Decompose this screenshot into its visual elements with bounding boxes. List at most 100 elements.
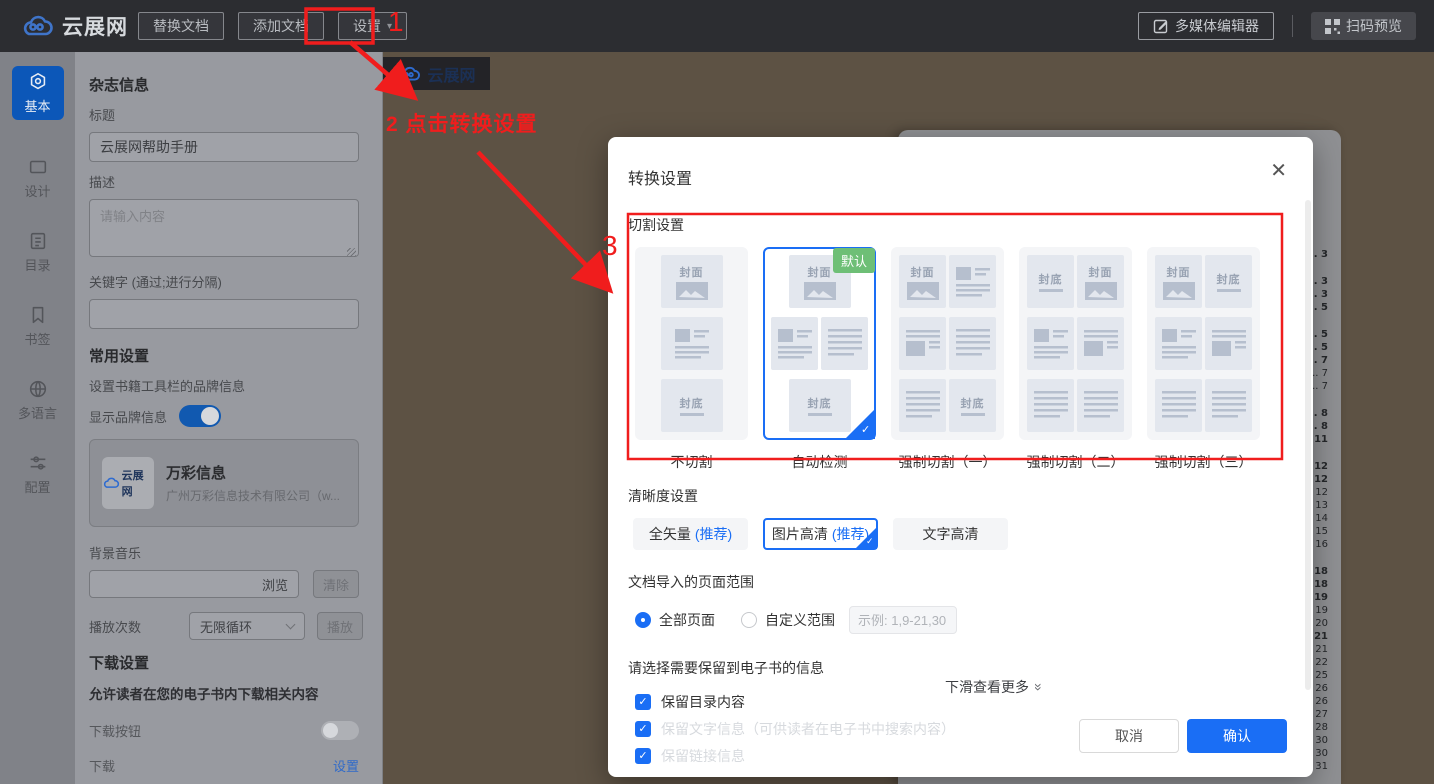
clarity-option-全矢量[interactable]: 全矢量(推荐) xyxy=(633,518,748,550)
keep-option-label: 保留链接信息 xyxy=(661,746,745,766)
clear-button[interactable]: 清除 xyxy=(313,570,359,598)
header-divider xyxy=(1292,15,1293,37)
sidebar-item-sliders[interactable]: 配置 xyxy=(10,452,66,496)
toggle-knob xyxy=(201,407,219,425)
sidebar: 基本设计目录书签多语言配置 xyxy=(0,52,75,784)
app-logo-text: 云展网 xyxy=(62,11,128,41)
mini-page-article xyxy=(661,317,723,370)
brand-card[interactable]: 云展网 万彩信息 广州万彩信息技术有限公司（w... xyxy=(89,439,359,527)
keywords-label: 关键字 (通过;进行分隔) xyxy=(89,272,368,291)
checkbox-checked-icon[interactable]: ✓ xyxy=(635,694,651,710)
top-header: 云展网 替换文档 添加文档 设置▾ 多媒体编辑器 扫码预览 xyxy=(0,0,1434,52)
common-settings-title: 常用设置 xyxy=(89,345,368,366)
mini-page-cover: 封面 xyxy=(661,255,723,308)
mini-page-linesblock xyxy=(899,317,946,370)
bgm-file-input[interactable]: 浏览 xyxy=(89,570,299,598)
title-input[interactable] xyxy=(89,132,359,162)
app-logo: 云展网 xyxy=(20,11,138,41)
custom-range-input[interactable] xyxy=(849,606,957,634)
clarity-option-文字高清[interactable]: 文字高清 xyxy=(893,518,1008,550)
cut-option-强制切割（一）[interactable]: 封面封底强制切割（一） xyxy=(891,247,1004,472)
hex-gear-icon xyxy=(27,71,49,93)
toggle-knob xyxy=(323,723,338,738)
chevron-down-icon xyxy=(286,619,296,629)
replace-doc-button[interactable]: 替换文档 xyxy=(138,12,224,40)
sidebar-item-bookmark[interactable]: 书签 xyxy=(10,304,66,348)
play-count-label: 播放次数 xyxy=(89,617,177,636)
selected-check-icon: ✓ xyxy=(855,527,877,549)
checkbox-checked-icon[interactable]: ✓ xyxy=(635,748,651,764)
cut-option-强制切割（二）[interactable]: 封底封面强制切割（二） xyxy=(1019,247,1132,472)
sliders-icon xyxy=(27,452,49,474)
mini-page-back: 封底 xyxy=(661,379,723,432)
confirm-button[interactable]: 确认 xyxy=(1187,719,1287,753)
default-badge: 默认 xyxy=(833,248,875,273)
mini-page-back: 封底 xyxy=(789,379,851,432)
clarity-option-图片高清[interactable]: 图片高清(推荐)✓ xyxy=(763,518,878,550)
desc-label: 描述 xyxy=(89,172,368,191)
dialog-title: 转换设置 xyxy=(628,165,1287,189)
sidebar-item-label: 设计 xyxy=(24,181,50,200)
keep-option-label: 保留目录内容 xyxy=(661,692,745,712)
download-button-label: 下载按钮 xyxy=(89,721,141,740)
cut-option-label: 强制切割（一） xyxy=(891,452,1004,472)
cut-option-preview: 封面封底 xyxy=(1147,247,1260,440)
download-settings-link[interactable]: 设置 xyxy=(333,756,359,775)
dialog-scrollbar[interactable] xyxy=(1305,200,1311,690)
cutting-options: 封面封底不切割封面封底默认✓自动检测封面封底强制切割（一）封底封面强制切割（二）… xyxy=(628,247,1287,472)
cancel-button[interactable]: 取消 xyxy=(1079,719,1179,753)
play-button[interactable]: 播放 xyxy=(317,612,363,640)
settings-button[interactable]: 设置▾ xyxy=(338,12,407,40)
mini-page-lines xyxy=(949,317,996,370)
cut-option-preview: 封面封底默认✓ xyxy=(763,247,876,440)
keywords-input[interactable] xyxy=(89,299,359,329)
settings-panel: 杂志信息 标题 描述 关键字 (通过;进行分隔) 常用设置 设置书籍工具栏的品牌… xyxy=(75,52,383,784)
desc-textarea[interactable] xyxy=(89,199,359,257)
cut-option-自动检测[interactable]: 封面封底默认✓自动检测 xyxy=(763,247,876,472)
download-button-toggle[interactable] xyxy=(321,721,359,740)
scroll-more-hint[interactable]: 下滑查看更多 » xyxy=(945,677,1043,697)
add-doc-button[interactable]: 添加文档 xyxy=(238,12,324,40)
mini-page-article xyxy=(949,255,996,308)
sidebar-item-hex-gear[interactable]: 基本 xyxy=(12,66,64,120)
sidebar-item-label: 目录 xyxy=(24,255,50,274)
play-count-select[interactable]: 无限循环 xyxy=(189,612,305,640)
cut-option-preview: 封面封底 xyxy=(891,247,1004,440)
download-hint: 允许读者在您的电子书内下载相关内容 xyxy=(89,683,368,703)
sidebar-item-catalog[interactable]: 目录 xyxy=(10,230,66,274)
keep-option-label: 保留文字信息（可供读者在电子书中搜索内容） xyxy=(661,719,955,739)
sidebar-item-globe[interactable]: 多语言 xyxy=(10,378,66,422)
mini-page-lines xyxy=(821,317,868,370)
cut-option-label: 强制切割（三） xyxy=(1147,452,1260,472)
radio-icon xyxy=(741,612,757,628)
monitor-icon xyxy=(27,156,49,178)
qr-preview-button[interactable]: 扫码预览 xyxy=(1311,12,1416,40)
show-brand-toggle[interactable] xyxy=(179,405,221,427)
app: 云展网 替换文档 添加文档 设置▾ 多媒体编辑器 扫码预览 基本 xyxy=(0,0,1434,784)
edit-icon xyxy=(1153,18,1169,34)
brand-logo: 云展网 xyxy=(102,457,154,509)
show-brand-label: 显示品牌信息 xyxy=(89,407,167,426)
qr-code-icon xyxy=(1325,19,1340,34)
cutting-section-title: 切割设置 xyxy=(628,215,1287,235)
mini-page-linesblock xyxy=(1077,317,1124,370)
sidebar-item-monitor[interactable]: 设计 xyxy=(10,156,66,200)
selected-check-icon: ✓ xyxy=(845,409,875,439)
download-label: 下载 xyxy=(89,756,115,775)
media-editor-button[interactable]: 多媒体编辑器 xyxy=(1138,12,1274,40)
cut-option-强制切割（三）[interactable]: 封面封底强制切割（三） xyxy=(1147,247,1260,472)
checkbox-checked-icon[interactable]: ✓ xyxy=(635,721,651,737)
all-pages-radio[interactable]: 全部页面 xyxy=(635,610,715,630)
custom-range-radio[interactable]: 自定义范围 xyxy=(741,610,835,630)
brand-name: 万彩信息 xyxy=(166,462,340,483)
sidebar-item-label: 基本 xyxy=(24,96,50,115)
browse-button[interactable]: 浏览 xyxy=(262,575,288,594)
mini-page-article xyxy=(1027,317,1074,370)
brand-hint: 设置书籍工具栏的品牌信息 xyxy=(89,376,368,395)
close-icon[interactable]: ✕ xyxy=(1270,161,1287,181)
mini-page-cover: 封面 xyxy=(1077,255,1124,308)
clarity-options: 全矢量(推荐) 图片高清(推荐)✓ 文字高清 xyxy=(628,518,1287,550)
mini-page-back: 封底 xyxy=(1027,255,1074,308)
sidebar-item-label: 书签 xyxy=(24,329,50,348)
cut-option-不切割[interactable]: 封面封底不切割 xyxy=(635,247,748,472)
